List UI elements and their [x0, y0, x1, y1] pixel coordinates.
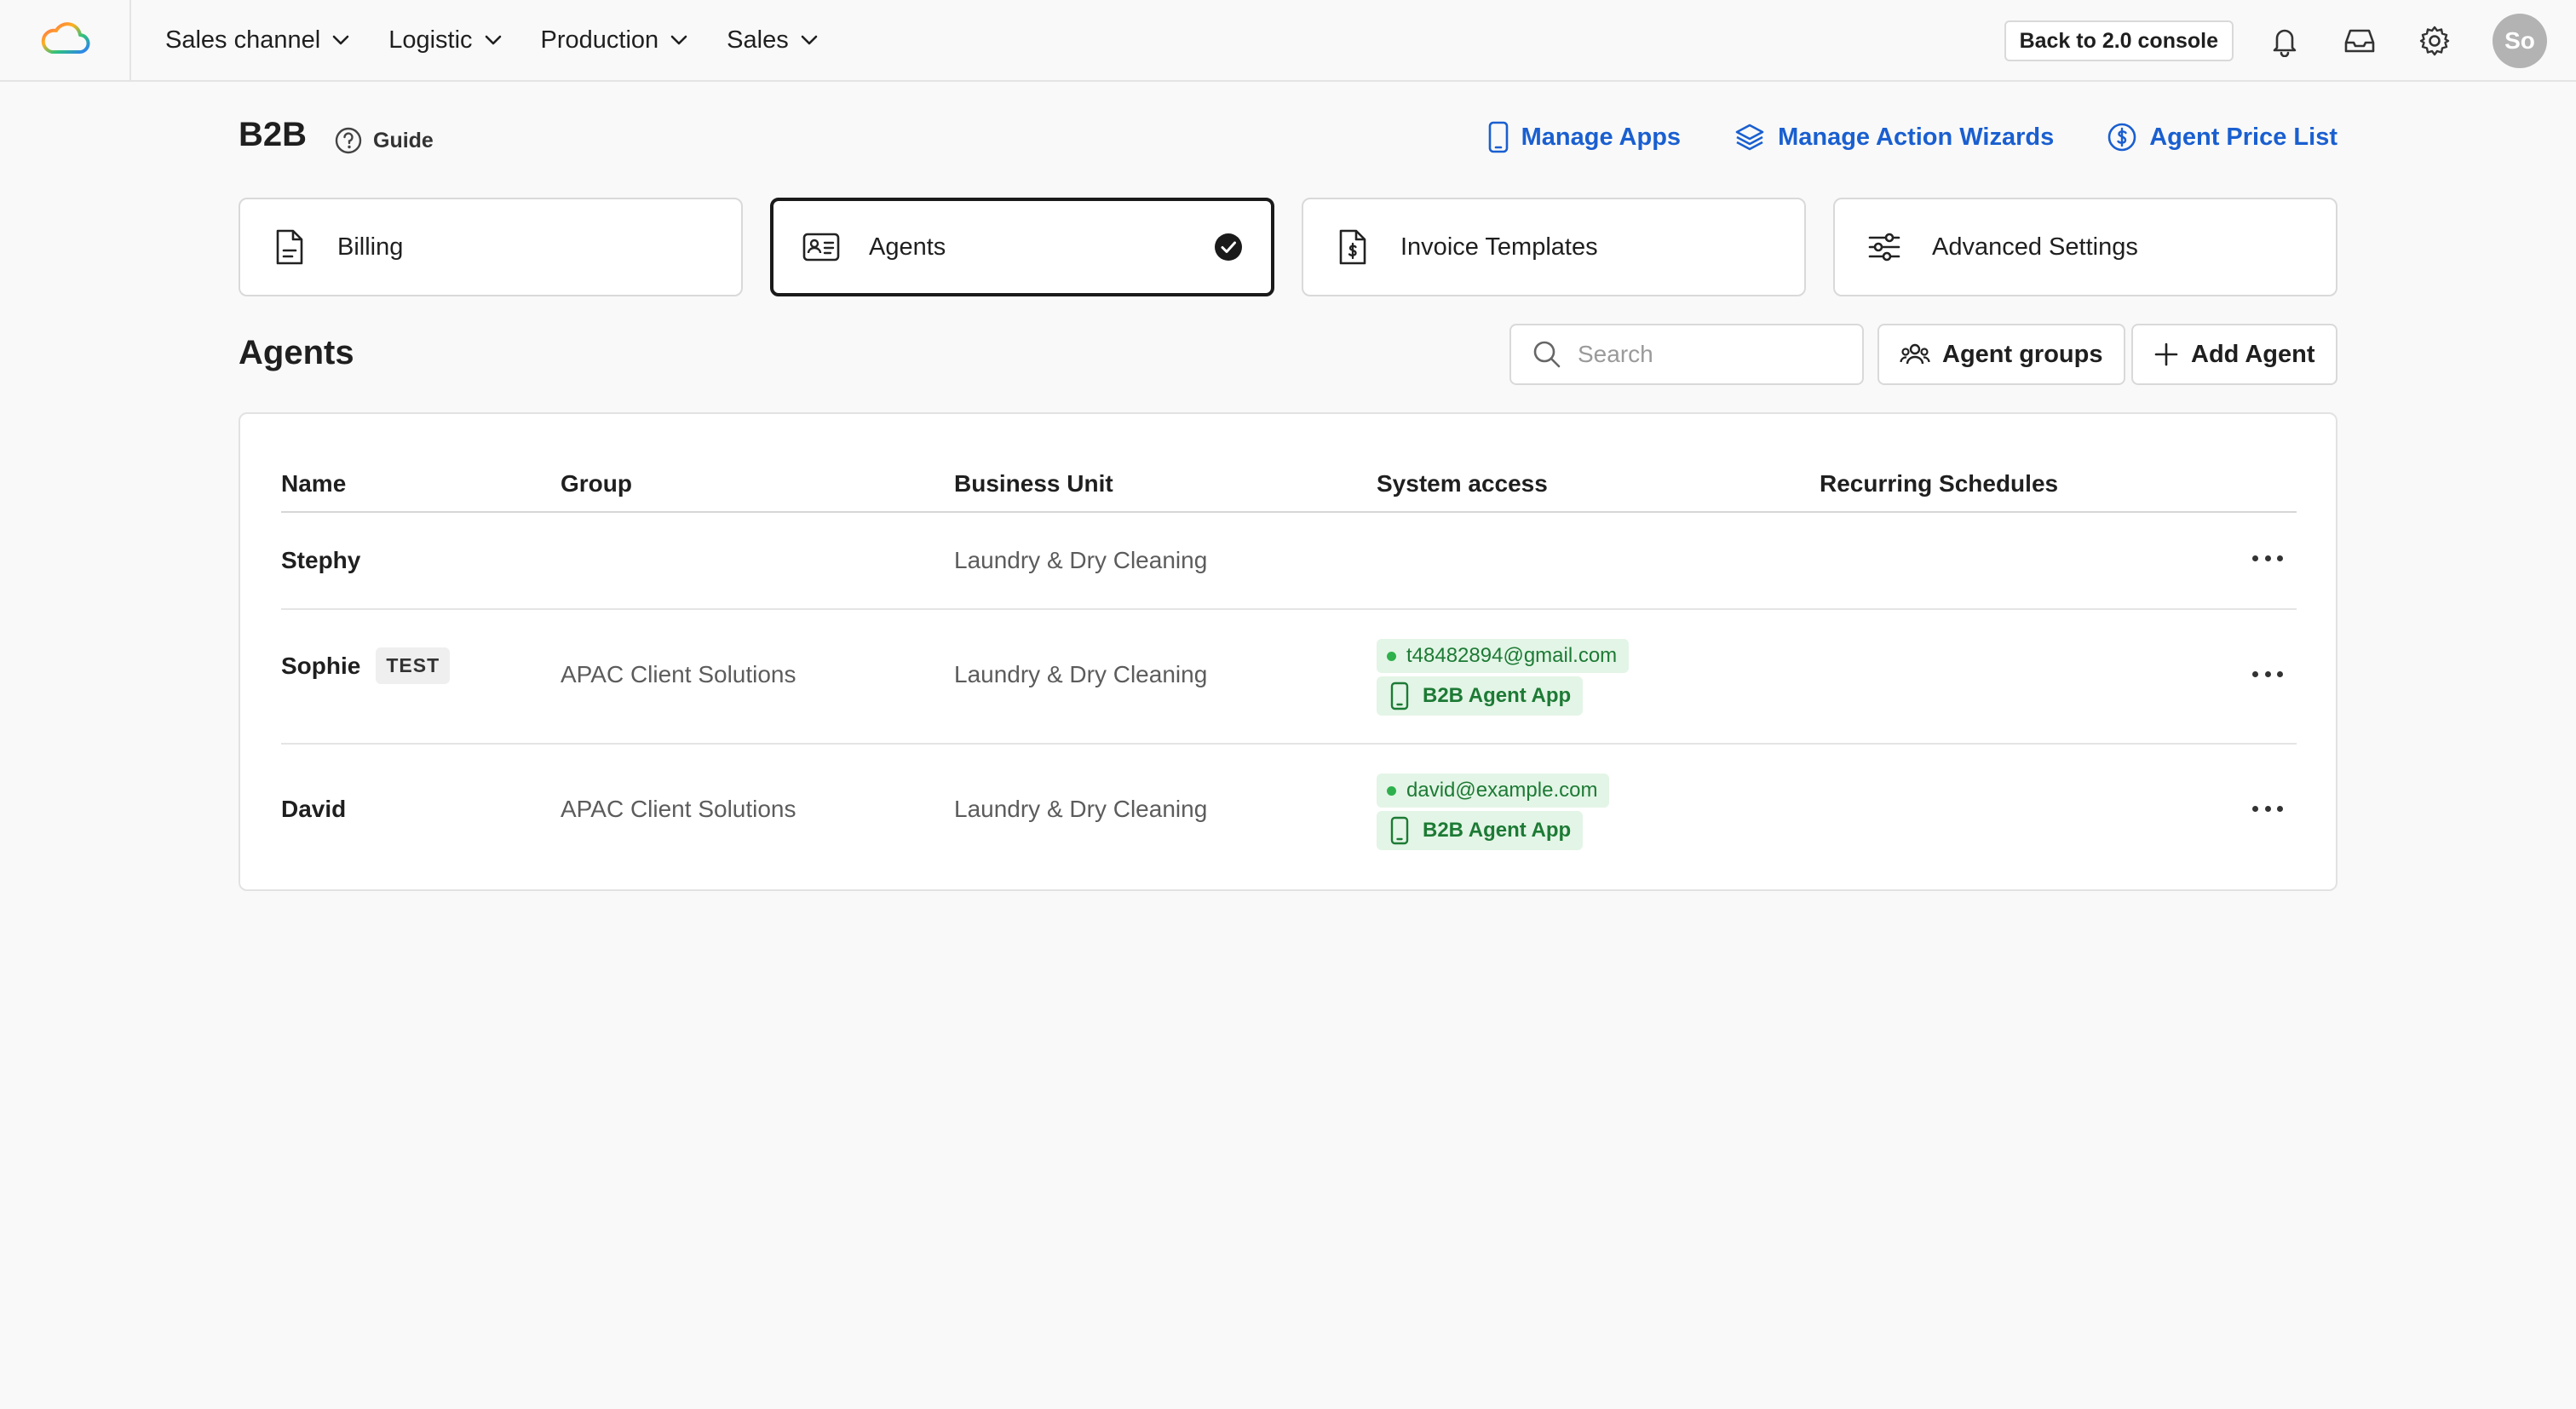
invoice-dollar-icon [1334, 228, 1371, 266]
tab-agents[interactable]: Agents [770, 198, 1274, 296]
tab-label: Advanced Settings [1932, 233, 2138, 261]
more-options-icon[interactable] [2252, 555, 2283, 566]
menu-production[interactable]: Production [541, 26, 688, 55]
plus-icon [2154, 342, 2178, 366]
chevron-down-icon [670, 35, 687, 45]
add-agent-label: Add Agent [2191, 340, 2315, 368]
cloud-logo-icon[interactable] [38, 20, 91, 61]
check-circle-icon [1213, 232, 1244, 269]
app-access-badge: B2B Agent App [1377, 676, 1584, 716]
column-header-recurring-schedules[interactable]: Recurring Schedules [1820, 470, 2058, 497]
question-circle-icon [335, 127, 362, 154]
phone-icon [1390, 816, 1409, 845]
users-icon [1900, 343, 1930, 365]
document-icon [271, 228, 308, 266]
agent-name: David [281, 796, 346, 823]
chevron-down-icon [332, 35, 349, 45]
menu-sales-channel[interactable]: Sales channel [165, 26, 349, 55]
id-card-icon [802, 228, 840, 266]
header-links: Manage Apps Manage Action Wizards Agent … [1435, 121, 2337, 153]
agent-business-unit: Laundry & Dry Cleaning [954, 661, 1208, 687]
tab-billing[interactable]: Billing [239, 198, 743, 296]
agent-price-list-link[interactable]: Agent Price List [2107, 122, 2337, 152]
tab-label: Agents [869, 233, 946, 261]
layers-icon [1735, 124, 1764, 151]
chevron-down-icon [485, 35, 501, 45]
system-access: t48482894@gmail.com B2B Agent App [1377, 639, 1630, 716]
status-dot [1387, 785, 1396, 796]
back-to-console-button[interactable]: Back to 2.0 console [2004, 20, 2234, 61]
sliders-icon [1866, 228, 1903, 266]
manage-action-wizards-link[interactable]: Manage Action Wizards [1734, 122, 2054, 152]
agent-group: APAC Client Solutions [561, 796, 796, 822]
agent-groups-button[interactable]: Agent groups [1877, 324, 2125, 385]
more-options-icon[interactable] [2252, 671, 2283, 681]
page-title: B2B [239, 116, 308, 153]
access-app: B2B Agent App [1423, 819, 1572, 842]
system-access: david@example.com B2B Agent App [1377, 774, 1610, 850]
header-divider [281, 511, 2297, 513]
logo-cell [0, 0, 131, 81]
access-email: david@example.com [1406, 779, 1598, 802]
row-divider [281, 743, 2297, 745]
status-dot [1387, 651, 1396, 661]
access-app: B2B Agent App [1423, 684, 1572, 707]
menu-label: Production [540, 26, 659, 54]
tab-advanced-settings[interactable]: Advanced Settings [1833, 198, 2337, 296]
agent-group: APAC Client Solutions [561, 661, 796, 687]
search-icon [1533, 341, 1561, 368]
tab-invoice-templates[interactable]: Invoice Templates [1302, 198, 1806, 296]
menu-sales[interactable]: Sales [727, 26, 818, 55]
chevron-down-icon [801, 35, 818, 45]
main-menu: Sales channel Logistic Production Sales [165, 26, 857, 55]
tab-label: Invoice Templates [1400, 233, 1598, 261]
app-access-badge: B2B Agent App [1377, 811, 1584, 850]
agent-name-text: David [281, 796, 347, 822]
dollar-circle-icon [2107, 123, 2136, 152]
agent-business-unit: Laundry & Dry Cleaning [954, 796, 1208, 822]
manage-action-wizards-label: Manage Action Wizards [1778, 123, 2055, 151]
agent-name-text: Sophie [281, 652, 361, 679]
manage-apps-label: Manage Apps [1521, 123, 1682, 151]
agent-groups-label: Agent groups [1942, 340, 2103, 368]
agent-business-unit: Laundry & Dry Cleaning [954, 547, 1208, 573]
phone-icon [1390, 681, 1409, 710]
menu-label: Logistic [388, 26, 473, 54]
column-header-business-unit[interactable]: Business Unit [954, 470, 1113, 497]
agent-name: Sophie TEST [281, 647, 451, 684]
manage-apps-link[interactable]: Manage Apps [1487, 121, 1681, 153]
nav-actions: Back to 2.0 console So [2004, 0, 2576, 82]
agent-name: Stephy [281, 547, 360, 574]
bell-icon[interactable] [2268, 24, 2302, 58]
section-title: Agents [239, 334, 354, 371]
guide-link[interactable]: Guide [334, 126, 434, 155]
menu-logistic[interactable]: Logistic [388, 26, 501, 55]
email-access-badge: david@example.com [1377, 774, 1610, 808]
tab-label: Billing [337, 233, 404, 261]
more-options-icon[interactable] [2252, 806, 2283, 816]
menu-label: Sales [727, 26, 789, 54]
avatar[interactable]: So [2493, 14, 2547, 68]
search-field[interactable] [1509, 324, 1864, 385]
phone-icon [1488, 121, 1508, 153]
top-navbar: Sales channel Logistic Production Sales … [0, 0, 2576, 82]
agent-price-list-label: Agent Price List [2149, 123, 2337, 151]
search-input[interactable] [1578, 341, 1859, 368]
guide-label: Guide [373, 128, 434, 152]
add-agent-button[interactable]: Add Agent [2131, 324, 2337, 385]
gear-icon[interactable] [2418, 24, 2452, 58]
agent-name-text: Stephy [281, 547, 361, 573]
row-divider [281, 608, 2297, 610]
settings-tabs: Billing Agents Invoice Templates Advance… [239, 198, 2337, 296]
column-header-group[interactable]: Group [561, 470, 632, 497]
inbox-icon[interactable] [2343, 24, 2377, 58]
access-email: t48482894@gmail.com [1406, 644, 1618, 667]
column-header-system-access[interactable]: System access [1377, 470, 1548, 497]
agents-table: Name Group Business Unit System access R… [239, 412, 2337, 891]
test-badge: TEST [376, 647, 451, 684]
menu-label: Sales channel [165, 26, 321, 54]
column-header-name[interactable]: Name [281, 470, 346, 497]
email-access-badge: t48482894@gmail.com [1377, 639, 1630, 673]
